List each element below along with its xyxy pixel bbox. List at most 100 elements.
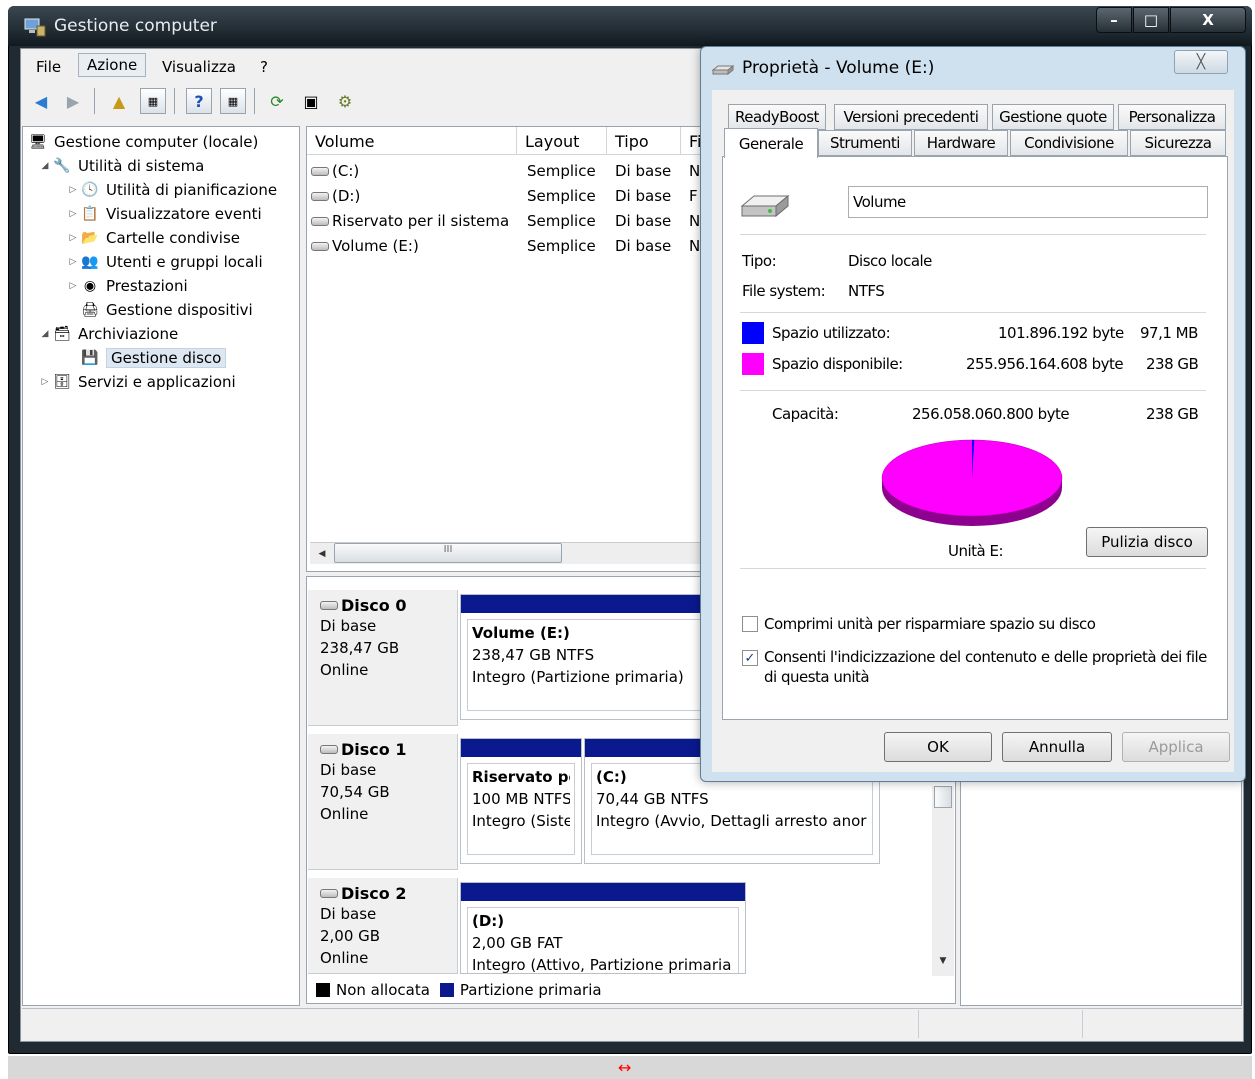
forward-arrow-icon[interactable]: ▶	[60, 88, 86, 114]
disk-usage-pie-chart	[881, 439, 1063, 526]
ok-button[interactable]: OK	[884, 732, 992, 762]
tab-sharing[interactable]: Condivisione	[1010, 130, 1128, 156]
partition-size: 2,00 GB FAT	[472, 934, 563, 952]
partition-bar	[461, 883, 745, 901]
tree-label: Archiviazione	[78, 325, 179, 343]
scroll-thumb[interactable]	[934, 786, 952, 808]
resize-arrow-icon[interactable]: ↔	[618, 1058, 631, 1077]
tree-item-local-users[interactable]: ▷ 👥 Utenti e gruppi locali	[66, 250, 300, 274]
tree-item-disk-management[interactable]: 💾 Gestione disco	[80, 346, 300, 370]
tab-security[interactable]: Sicurezza	[1130, 130, 1226, 156]
scroll-thumb[interactable]: III	[334, 543, 562, 563]
table-row[interactable]: (D:) Semplice Di base F	[311, 184, 705, 209]
tree-label: Visualizzatore eventi	[106, 205, 262, 223]
show-hide-action-pane-icon[interactable]: ▦	[220, 88, 246, 114]
partition-d[interactable]: (D:) 2,00 GB FAT Integro (Attivo, Partiz…	[460, 882, 746, 974]
tab-customize[interactable]: Personalizza	[1118, 104, 1226, 130]
vertical-scrollbar[interactable]	[932, 786, 954, 976]
close-button[interactable]: X	[1170, 7, 1246, 33]
settings-icon[interactable]: ⚙	[332, 88, 358, 114]
disk-type: Di base	[320, 761, 377, 779]
minimize-button[interactable]: –	[1096, 7, 1132, 33]
tab-tools[interactable]: Strumenti	[818, 130, 912, 156]
tree-item-shared-folders[interactable]: ▷ 📂 Cartelle condivise	[66, 226, 300, 250]
menu-azione[interactable]: Azione	[78, 53, 147, 77]
apply-button[interactable]: Applica	[1122, 732, 1230, 762]
capacity-short: 238 GB	[1146, 405, 1199, 423]
compress-checkbox[interactable]	[742, 616, 758, 632]
menu-file[interactable]: File	[28, 56, 69, 78]
clock-icon: 🕓	[81, 182, 99, 198]
partition-reserved[interactable]: Riservato pe 100 MB NTFS Integro (Siste	[460, 738, 582, 864]
table-row[interactable]: Volume (E:) Semplice Di base N	[311, 234, 705, 259]
show-hide-tree-icon[interactable]: ▦	[140, 88, 166, 114]
maximize-button[interactable]: □	[1133, 7, 1169, 33]
type-label: Tipo:	[742, 252, 777, 270]
column-header-layout[interactable]: Layout	[517, 127, 607, 155]
status-bar	[22, 1008, 1242, 1040]
properties-icon[interactable]: ▣	[298, 88, 324, 114]
expand-icon[interactable]: ▷	[38, 377, 52, 387]
tree-item-root[interactable]: 🖥 Gestione computer (locale)	[28, 130, 300, 154]
partition-volume-e[interactable]: Volume (E:) 238,47 GB NTFS Integro (Part…	[460, 594, 710, 720]
action-pane	[960, 780, 1242, 1006]
expand-icon[interactable]: ▷	[66, 209, 80, 219]
storage-icon: 🗃	[53, 326, 71, 342]
tree-label: Gestione computer (locale)	[54, 133, 259, 151]
tree-item-system-tools[interactable]: ◢ 🔧 Utilità di sistema	[38, 154, 300, 178]
volume-name: (D:)	[332, 187, 361, 205]
free-space-label: Spazio disponibile:	[772, 355, 903, 373]
legend-unallocated: Non allocata	[336, 981, 430, 999]
expand-icon[interactable]: ▷	[66, 281, 80, 291]
collapse-icon[interactable]: ◢	[38, 161, 52, 171]
tree-item-services[interactable]: ▷ 🗄 Servizi e applicazioni	[38, 370, 300, 394]
disk-0-label[interactable]: Disco 0 Di base 238,47 GB Online	[308, 590, 458, 726]
expand-icon[interactable]: ▷	[66, 233, 80, 243]
up-folder-icon[interactable]: ▲	[106, 88, 132, 114]
dialog-close-button[interactable]: ╳	[1174, 50, 1228, 74]
disk-1-label[interactable]: Disco 1 Di base 70,54 GB Online	[308, 734, 458, 870]
disk-2-label[interactable]: Disco 2 Di base 2,00 GB Online	[308, 878, 458, 974]
help-icon[interactable]: ?	[186, 88, 212, 114]
table-row[interactable]: (C:) Semplice Di base N	[311, 159, 705, 184]
column-header-type[interactable]: Tipo	[607, 127, 681, 155]
collapse-icon[interactable]: ◢	[38, 329, 52, 339]
column-header-volume[interactable]: Volume	[307, 127, 517, 155]
index-checkbox[interactable]: ✓	[742, 650, 758, 666]
back-arrow-icon[interactable]: ◀	[28, 88, 54, 114]
tree-item-storage[interactable]: ◢ 🗃 Archiviazione	[38, 322, 300, 346]
tab-readyboost[interactable]: ReadyBoost	[728, 104, 826, 130]
volume-label-input[interactable]	[848, 186, 1208, 218]
scroll-down-icon[interactable]: ▼	[934, 952, 952, 970]
menu-visualizza[interactable]: Visualizza	[154, 56, 244, 78]
expand-icon[interactable]: ▷	[66, 257, 80, 267]
disk-cleanup-button[interactable]: Pulizia disco	[1086, 527, 1208, 557]
legend-swatch-unallocated	[316, 983, 330, 997]
volume-fs: N	[689, 237, 701, 255]
tab-general[interactable]: Generale	[724, 128, 818, 158]
disk-status: Online	[320, 661, 369, 679]
volume-layout: Semplice	[527, 237, 596, 255]
expand-icon[interactable]: ▷	[66, 185, 80, 195]
partition-name: (D:)	[472, 912, 505, 930]
tree-item-event-viewer[interactable]: ▷ 📋 Visualizzatore eventi	[66, 202, 300, 226]
free-space-swatch	[742, 353, 764, 375]
tree-item-task-scheduler[interactable]: ▷ 🕓 Utilità di pianificazione	[66, 178, 300, 202]
tab-previous-versions[interactable]: Versioni precedenti	[834, 104, 988, 130]
refresh-icon[interactable]: ⟳	[264, 88, 290, 114]
scroll-left-icon[interactable]: ◀	[314, 546, 330, 562]
services-icon: 🗄	[53, 374, 71, 390]
tab-quota[interactable]: Gestione quote	[992, 104, 1114, 130]
disk-size: 238,47 GB	[320, 639, 400, 657]
tree-item-device-manager[interactable]: 🖨 Gestione dispositivi	[80, 298, 300, 322]
tree-item-performance[interactable]: ▷ ◉ Prestazioni	[66, 274, 300, 298]
capacity-bytes: 256.058.060.800 byte	[912, 405, 1070, 423]
tab-hardware[interactable]: Hardware	[914, 130, 1008, 156]
cancel-button[interactable]: Annulla	[1002, 732, 1112, 762]
status-divider	[918, 1010, 919, 1038]
volume-layout: Semplice	[527, 187, 596, 205]
used-space-bytes: 101.896.192 byte	[998, 324, 1124, 342]
menu-help[interactable]: ?	[252, 56, 276, 78]
table-row[interactable]: Riservato per il sistema Semplice Di bas…	[311, 209, 705, 234]
tree-label: Cartelle condivise	[106, 229, 240, 247]
